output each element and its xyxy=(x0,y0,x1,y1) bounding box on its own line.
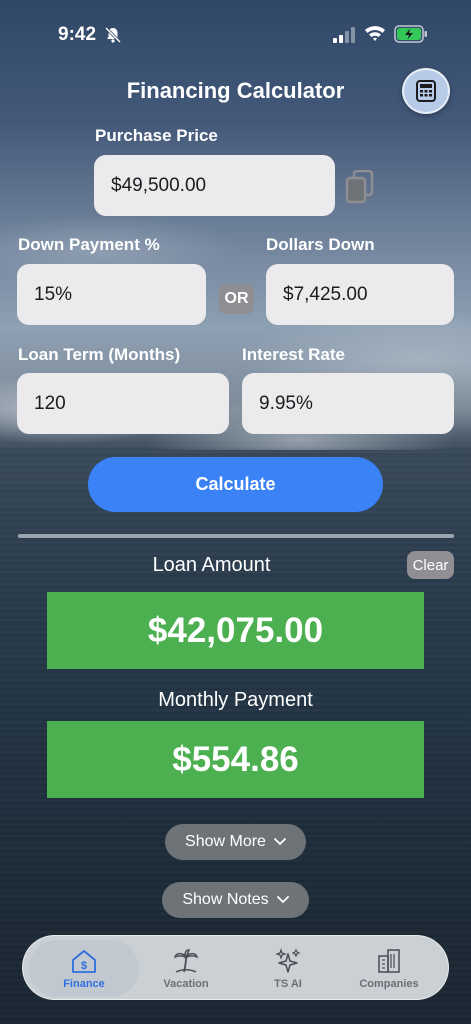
buildings-icon xyxy=(378,948,400,973)
loan-term-field[interactable]: 120 xyxy=(17,373,229,434)
tab-ts-ai-label: TS AI xyxy=(274,977,302,990)
clipboard-icon[interactable] xyxy=(345,170,375,204)
tab-companies-label: Companies xyxy=(359,977,419,990)
monthly-payment-result: $554.86 xyxy=(47,721,424,798)
palm-tree-icon xyxy=(173,948,199,973)
purchase-price-field[interactable]: $49,500.00 xyxy=(94,155,335,216)
svg-text:$: $ xyxy=(81,960,87,972)
battery-charging-icon xyxy=(394,25,427,43)
house-dollar-icon: $ xyxy=(72,949,96,973)
dollars-down-label: Dollars Down xyxy=(266,235,375,254)
tab-bar: $ Finance Vacation TS AI Companies xyxy=(22,935,449,1000)
down-payment-pct-label: Down Payment % xyxy=(18,235,160,254)
tab-ts-ai[interactable]: TS AI xyxy=(233,940,343,997)
page-title: Financing Calculator xyxy=(126,78,345,103)
dollars-down-value: $7,425.00 xyxy=(283,283,368,305)
status-time: 9:42 xyxy=(58,24,97,45)
status-bar: 9:42 xyxy=(0,0,471,60)
calculate-button[interactable]: Calculate xyxy=(88,457,383,512)
tab-vacation[interactable]: Vacation xyxy=(131,940,241,997)
bell-slash-icon xyxy=(104,26,122,44)
interest-rate-label: Interest Rate xyxy=(242,345,345,364)
interest-rate-value: 9.95% xyxy=(259,392,313,414)
show-notes-label: Show Notes xyxy=(182,891,269,908)
show-more-button[interactable]: Show More xyxy=(165,824,306,860)
interest-rate-field[interactable]: 9.95% xyxy=(242,373,454,434)
show-more-label: Show More xyxy=(185,833,266,850)
section-divider xyxy=(18,534,454,538)
purchase-price-value: $49,500.00 xyxy=(111,174,207,196)
loan-amount-label: Loan Amount xyxy=(152,554,271,576)
dollars-down-field[interactable]: $7,425.00 xyxy=(266,264,454,325)
chevron-down-icon xyxy=(276,896,289,904)
purchase-price-label: Purchase Price xyxy=(95,126,218,145)
loan-term-label: Loan Term (Months) xyxy=(18,345,181,364)
loan-amount-result: $42,075.00 xyxy=(47,592,424,669)
loan-term-value: 120 xyxy=(34,392,66,414)
or-badge: OR xyxy=(219,284,254,314)
calculator-button[interactable] xyxy=(402,68,450,114)
show-notes-button[interactable]: Show Notes xyxy=(162,882,309,918)
calculator-icon xyxy=(416,80,436,102)
down-payment-pct-field[interactable]: 15% xyxy=(17,264,206,325)
tab-finance[interactable]: $ Finance xyxy=(29,940,139,997)
sparkles-icon xyxy=(275,947,301,973)
monthly-payment-label: Monthly Payment xyxy=(158,689,313,711)
wifi-icon xyxy=(365,26,385,41)
tab-vacation-label: Vacation xyxy=(163,977,209,990)
chevron-down-icon xyxy=(274,838,286,846)
tab-finance-label: Finance xyxy=(63,977,105,990)
tab-companies[interactable]: Companies xyxy=(334,940,444,997)
cellular-signal-icon xyxy=(333,27,355,43)
down-payment-pct-value: 15% xyxy=(34,283,73,305)
clear-button[interactable]: Clear xyxy=(407,551,454,579)
